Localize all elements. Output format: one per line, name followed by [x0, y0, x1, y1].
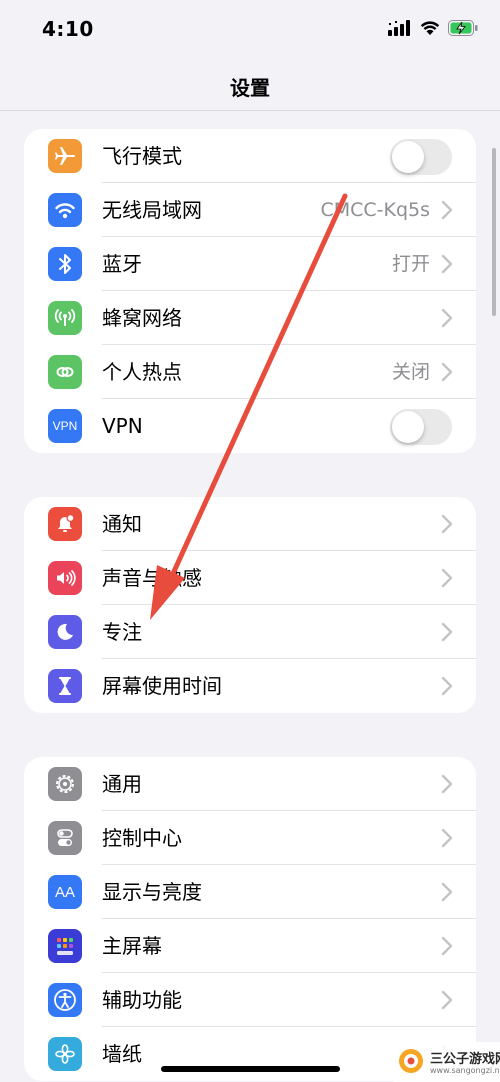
chevron-right-icon — [441, 828, 453, 848]
battery-charging-icon — [448, 20, 478, 36]
row-label: 主屏幕 — [102, 934, 162, 958]
settings-group-attention: 通知 声音与触感 专注 屏幕使用时间 — [24, 497, 476, 713]
display-icon-text: AA — [54, 883, 75, 901]
settings-row-cellular[interactable]: 蜂窝网络 — [24, 291, 476, 345]
row-label: 专注 — [102, 620, 142, 644]
vpn-icon-text: VPN — [52, 419, 78, 433]
chevron-right-icon — [441, 200, 453, 220]
row-label: 控制中心 — [102, 826, 182, 850]
settings-group-connectivity: 飞行模式 无线局域网 CMCC-Kq5s 蓝牙 打开 蜂窝网络 个人热点 关闭 — [24, 129, 476, 453]
watermark-name: 三公子游戏网 — [430, 1052, 500, 1067]
settings-row-vpn[interactable]: VPN VPN — [24, 399, 476, 453]
row-label: 通知 — [102, 512, 142, 536]
gear-icon — [48, 767, 82, 801]
watermark: 三公子游戏网 www.sangongzi.net — [394, 1042, 500, 1082]
hourglass-icon — [48, 669, 82, 703]
sound-icon — [48, 561, 82, 595]
row-label: 声音与触感 — [102, 566, 202, 590]
airplane-icon — [48, 139, 82, 173]
accessibility-icon — [48, 983, 82, 1017]
notifications-icon — [48, 507, 82, 541]
chevron-right-icon — [441, 622, 453, 642]
chevron-right-icon — [441, 514, 453, 534]
row-label: 辅助功能 — [102, 988, 182, 1012]
watermark-logo-icon — [399, 1049, 423, 1073]
vpn-toggle[interactable] — [390, 409, 452, 445]
row-label: 蓝牙 — [102, 252, 142, 276]
wifi-status-icon — [420, 21, 440, 35]
wifi-icon — [48, 193, 82, 227]
row-label: 无线局域网 — [102, 198, 202, 222]
watermark-url: www.sangongzi.net — [430, 1066, 500, 1075]
toggle-knob — [392, 141, 424, 173]
home-indicator[interactable] — [161, 1066, 340, 1072]
settings-row-general[interactable]: 通用 — [24, 757, 476, 811]
toggle-knob — [392, 411, 424, 443]
chevron-right-icon — [441, 990, 453, 1010]
focus-moon-icon — [48, 615, 82, 649]
row-label: 屏幕使用时间 — [102, 674, 222, 698]
chevron-right-icon — [441, 882, 453, 902]
wallpaper-icon — [48, 1037, 82, 1071]
chevron-right-icon — [441, 936, 453, 956]
status-bar: 4:10 — [0, 0, 500, 62]
settings-row-wlan[interactable]: 无线局域网 CMCC-Kq5s — [24, 183, 476, 237]
home-screen-icon — [48, 929, 82, 963]
settings-row-display-brightness[interactable]: AA 显示与亮度 — [24, 865, 476, 919]
chevron-right-icon — [441, 774, 453, 794]
chevron-right-icon — [441, 568, 453, 588]
status-icons — [388, 20, 478, 36]
settings-row-focus[interactable]: 专注 — [24, 605, 476, 659]
row-value: CMCC-Kq5s — [320, 199, 430, 221]
vpn-icon: VPN — [48, 409, 82, 443]
navigation-bar: 设置 — [0, 62, 500, 111]
row-value: 打开 — [391, 253, 430, 275]
row-label: 墙纸 — [102, 1042, 142, 1066]
row-label: 蜂窝网络 — [102, 306, 182, 330]
cellular-icon — [48, 301, 82, 335]
hotspot-icon — [48, 355, 82, 389]
settings-row-accessibility[interactable]: 辅助功能 — [24, 973, 476, 1027]
row-label: 显示与亮度 — [102, 880, 202, 904]
settings-row-notifications[interactable]: 通知 — [24, 497, 476, 551]
settings-row-home-screen[interactable]: 主屏幕 — [24, 919, 476, 973]
chevron-right-icon — [441, 676, 453, 696]
status-time: 4:10 — [42, 17, 94, 41]
airplane-mode-toggle[interactable] — [390, 139, 452, 175]
bluetooth-icon — [48, 247, 82, 281]
settings-row-bluetooth[interactable]: 蓝牙 打开 — [24, 237, 476, 291]
display-brightness-icon: AA — [48, 875, 82, 909]
settings-row-control-center[interactable]: 控制中心 — [24, 811, 476, 865]
settings-row-airplane-mode[interactable]: 飞行模式 — [24, 129, 476, 183]
settings-row-personal-hotspot[interactable]: 个人热点 关闭 — [24, 345, 476, 399]
control-center-icon — [48, 821, 82, 855]
signal-icon — [388, 20, 410, 36]
page-title: 设置 — [230, 76, 270, 100]
chevron-right-icon — [441, 308, 453, 328]
settings-row-screen-time[interactable]: 屏幕使用时间 — [24, 659, 476, 713]
row-label: 飞行模式 — [102, 144, 182, 168]
scrollbar[interactable] — [492, 148, 496, 316]
chevron-right-icon — [441, 362, 453, 382]
row-label: 个人热点 — [102, 360, 182, 384]
row-value: 关闭 — [391, 361, 430, 383]
settings-row-sounds-haptics[interactable]: 声音与触感 — [24, 551, 476, 605]
settings-group-system: 通用 控制中心 AA 显示与亮度 主屏幕 辅助功能 墙纸 — [24, 757, 476, 1081]
row-label: VPN — [102, 414, 143, 438]
row-label: 通用 — [102, 772, 142, 796]
chevron-right-icon — [441, 254, 453, 274]
